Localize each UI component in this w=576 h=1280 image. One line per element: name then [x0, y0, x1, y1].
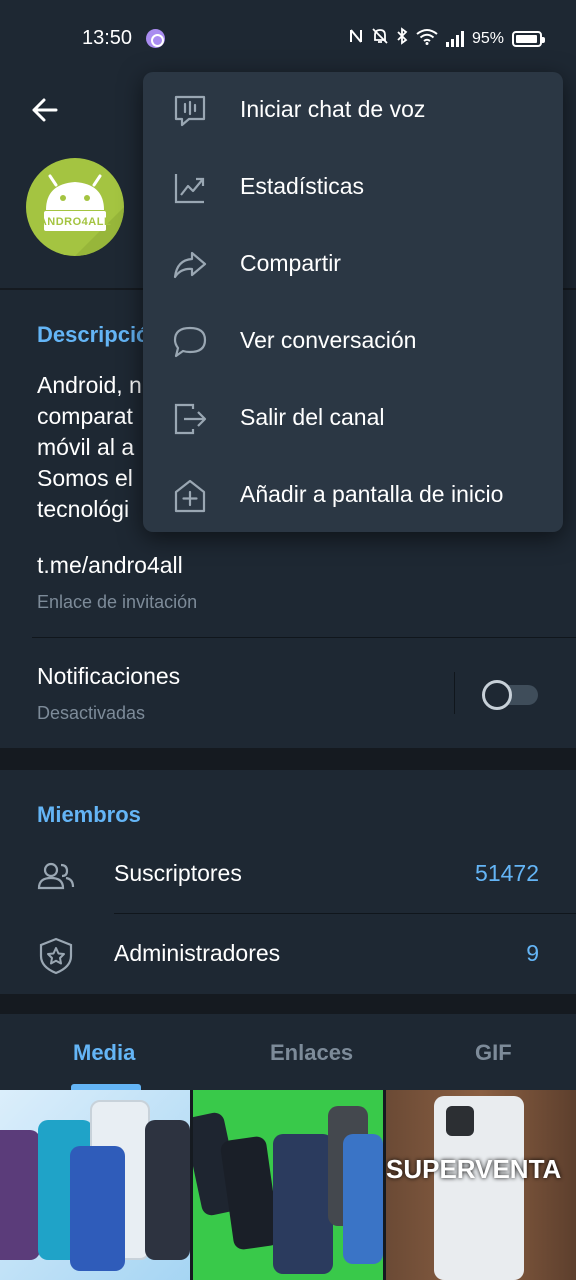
bluetooth-icon [396, 27, 408, 50]
description-title: Descripció [37, 322, 150, 347]
leave-icon [174, 403, 207, 435]
divider [32, 637, 576, 638]
phone-image [0, 1130, 40, 1260]
signal-icon [445, 30, 464, 47]
users-icon [37, 862, 75, 890]
phone-image [273, 1134, 333, 1274]
notifications-status: Desactivadas [37, 703, 146, 723]
chat-bubble-icon [173, 326, 207, 358]
app-notification-icon [146, 29, 165, 48]
battery-icon [512, 30, 545, 47]
media-thumbnail[interactable]: SUPERVENTA [386, 1090, 576, 1280]
shared-media-tabs: Media Enlaces GIF [0, 1014, 576, 1090]
status-bar: 13:50 95% [0, 0, 576, 78]
menu-item-label: Iniciar chat de voz [240, 96, 426, 122]
notifications-label[interactable]: Notificaciones [37, 663, 180, 690]
invite-link-label: Enlace de invitación [37, 592, 198, 612]
voice-chat-icon [174, 95, 206, 127]
subscribers-label: Suscriptores [114, 860, 242, 886]
menu-item-label: Estadísticas [240, 173, 364, 199]
toggle-knob [482, 680, 512, 710]
android-logo-icon [44, 174, 124, 256]
back-arrow-icon [32, 98, 58, 122]
phone-image [70, 1146, 125, 1271]
wifi-icon [416, 28, 438, 50]
media-grid: SUPERVENTA [0, 1090, 576, 1280]
media-thumbnail[interactable] [0, 1090, 190, 1280]
avatar-text: ANDRO4ALL [38, 216, 112, 228]
administrators-label: Administradores [114, 940, 281, 966]
administrators-row[interactable]: Administradores 9 [0, 914, 576, 994]
menu-item-label: Compartir [240, 250, 341, 276]
menu-item-label: Salir del canal [240, 404, 385, 430]
add-home-icon [174, 479, 206, 513]
mute-bell-icon [372, 27, 388, 50]
tab-media[interactable]: Media [73, 1040, 135, 1066]
shield-star-icon [39, 937, 73, 975]
invite-link[interactable]: t.me/andro4all [37, 552, 183, 579]
overflow-menu: Iniciar chat de voz Estadísticas Compart… [143, 72, 563, 532]
notifications-toggle[interactable] [482, 680, 538, 710]
administrators-count: 9 [526, 940, 539, 966]
menu-item-leave-channel[interactable]: Salir del canal [143, 380, 563, 457]
menu-item-share[interactable]: Compartir [143, 226, 563, 303]
phone-image [343, 1134, 383, 1264]
divider [454, 672, 455, 714]
menu-item-label: Ver conversación [240, 327, 417, 353]
share-icon [173, 251, 207, 279]
members-section: Miembros Suscriptores 51472 Administrado… [0, 770, 576, 994]
menu-item-voice-chat[interactable]: Iniciar chat de voz [143, 72, 563, 149]
tab-links[interactable]: Enlaces [270, 1040, 353, 1066]
camera-module [446, 1106, 474, 1136]
status-time: 13:50 [82, 27, 133, 49]
menu-item-label: Añadir a pantalla de inicio [240, 481, 504, 507]
media-thumbnail[interactable] [193, 1090, 383, 1280]
back-button[interactable] [26, 90, 66, 130]
menu-item-statistics[interactable]: Estadísticas [143, 149, 563, 226]
channel-avatar[interactable]: ANDRO4ALL [26, 158, 124, 256]
statistics-icon [174, 174, 205, 204]
status-icons: 95% [348, 27, 545, 50]
battery-percent: 95% [471, 29, 504, 47]
tab-gif[interactable]: GIF [475, 1040, 512, 1066]
menu-item-view-chat[interactable]: Ver conversación [143, 303, 563, 380]
phone-image [145, 1120, 190, 1260]
subscribers-count: 51472 [475, 860, 539, 886]
subscribers-row[interactable]: Suscriptores 51472 [0, 834, 576, 914]
members-title: Miembros [37, 802, 141, 827]
overlay-text: SUPERVENTA [386, 1154, 562, 1184]
phone-image [219, 1135, 281, 1251]
menu-item-add-to-home[interactable]: Añadir a pantalla de inicio [143, 457, 563, 534]
nfc-icon [348, 27, 364, 50]
